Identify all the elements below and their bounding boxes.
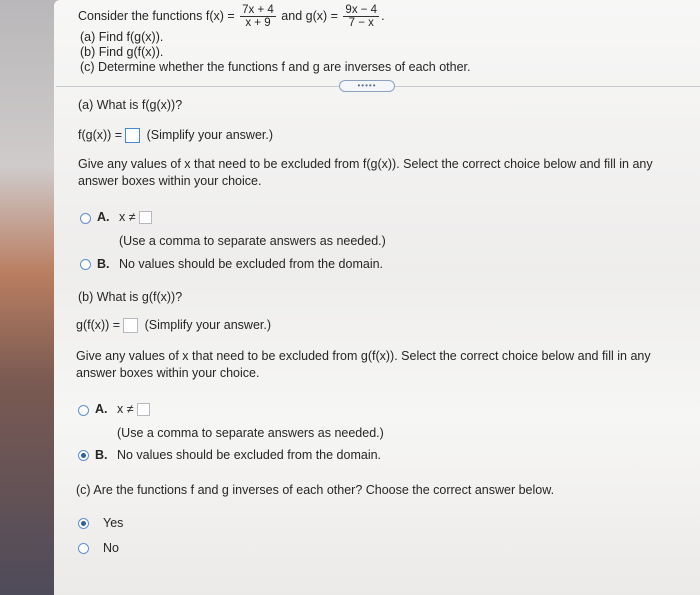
part-b-hint: (Simplify your answer.) (144, 318, 272, 332)
part-a-hint: (Simplify your answer.) (146, 128, 274, 142)
part-b-choice-a-note: (Use a comma to separate answers as need… (117, 426, 384, 440)
desktop-background (0, 0, 62, 595)
expand-toggle[interactable]: ••••• (339, 80, 395, 92)
problem-statement: Consider the functions f(x) = 7x + 4 x +… (78, 4, 385, 29)
part-a-choice-a-label: A. (97, 210, 110, 224)
f-fraction: 7x + 4 x + 9 (240, 4, 276, 29)
part-a-choice-a-note: (Use a comma to separate answers as need… (119, 234, 386, 248)
part-b-choice-a-label: A. (95, 402, 108, 416)
part-b-choice-a-radio[interactable] (78, 405, 89, 416)
part-b-choice-b-text: No values should be excluded from the do… (116, 448, 382, 462)
part-b-answer-row: g(f(x)) = (Simplify your answer.) (76, 318, 272, 334)
part-c-question: (c) Are the functions f and g inverses o… (76, 483, 555, 497)
part-b-choice-b: B. No values should be excluded from the… (95, 448, 381, 462)
f-denominator: x + 9 (245, 17, 271, 30)
part-b-instructions: Give any values of x that need to be exc… (76, 349, 651, 380)
part-a-instructions: Give any values of x that need to be exc… (78, 157, 653, 188)
part-a-choice-b-text: No values should be excluded from the do… (118, 257, 384, 271)
part-a-choice-b-label: B. (97, 257, 110, 271)
part-a-choice-a-radio[interactable] (80, 213, 91, 224)
part-c-no-radio[interactable] (78, 543, 89, 554)
part-b-choice-b-label: B. (95, 448, 108, 462)
part-c-no-label: No (103, 541, 119, 555)
task-item-b: (b) Find g(f(x)). (80, 45, 164, 59)
part-b-answer-input[interactable] (123, 318, 139, 334)
task-item-c: (c) Determine whether the functions f an… (80, 60, 471, 74)
part-a-answer-input[interactable] (125, 128, 141, 144)
part-a-question: (a) What is f(g(x))? (78, 98, 183, 112)
g-denominator: 7 − x (348, 17, 374, 30)
part-a-expression: f(g(x)) = (78, 128, 123, 142)
part-b-choice-b-radio[interactable] (78, 450, 89, 461)
intro-prefix: Consider the functions f(x) = (78, 8, 235, 23)
part-a-choice-b-radio[interactable] (80, 259, 91, 270)
part-b-choice-a-text: x ≠ (116, 402, 134, 416)
intro-end: . (381, 8, 385, 23)
f-numerator: 7x + 4 (240, 4, 276, 18)
part-b-expression: g(f(x)) = (76, 318, 121, 332)
part-a-answer-row: f(g(x)) = (Simplify your answer.) (78, 128, 274, 144)
part-c-yes-radio[interactable] (78, 518, 89, 529)
part-a-choice-a: A. x ≠ (97, 210, 155, 225)
part-a-choice-b: B. No values should be excluded from the… (97, 257, 383, 271)
part-b-question: (b) What is g(f(x))? (78, 290, 183, 304)
intro-mid: and g(x) = (281, 8, 338, 23)
part-c-yes-label: Yes (103, 516, 124, 530)
g-numerator: 9x − 4 (343, 4, 380, 18)
task-item-a: (a) Find f(g(x)). (80, 30, 164, 44)
part-a-exclusion-input[interactable] (138, 211, 152, 225)
part-b-exclusion-input[interactable] (136, 403, 150, 417)
g-fraction: 9x − 4 7 − x (343, 4, 380, 30)
part-a-choice-a-text: x ≠ (118, 210, 136, 224)
part-b-choice-a: A. x ≠ (95, 402, 153, 417)
